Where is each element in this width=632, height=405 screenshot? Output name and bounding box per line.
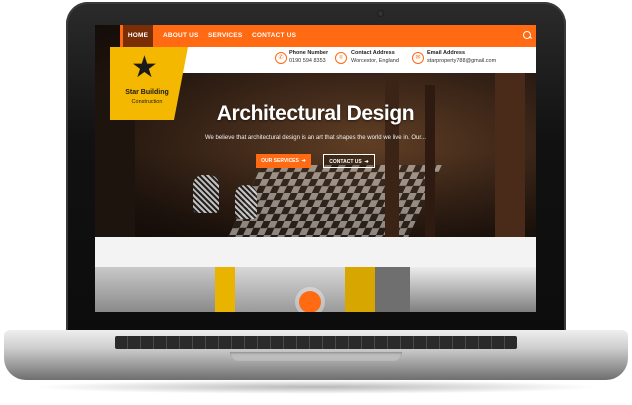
hero-background-pillar <box>495 55 525 237</box>
gallery-image <box>410 267 536 312</box>
gallery-image <box>345 267 375 312</box>
main-nav: HOME ABOUT US SERVICES CONTACT US <box>120 25 536 47</box>
email-info: Email Address starproperty788@gmail.com <box>427 50 496 65</box>
our-services-label: OUR SERVICES <box>261 158 299 164</box>
gallery-image <box>235 267 345 312</box>
nav-item-contact-us[interactable]: CONTACT US <box>252 25 296 47</box>
contact-us-button[interactable]: CONTACT US ➔ <box>323 154 375 168</box>
contact-us-label: CONTACT US <box>329 159 362 165</box>
nav-item-home[interactable]: HOME <box>123 25 153 47</box>
arrow-right-icon: ➔ <box>300 158 306 164</box>
gallery-strip <box>95 267 536 312</box>
address-value: Worcestor, England <box>351 57 399 64</box>
hero-background-pillar <box>385 65 399 237</box>
logo-tagline: Construction <box>131 99 163 105</box>
phone-value[interactable]: 0190 594 8353 <box>289 58 326 64</box>
search-icon[interactable] <box>523 31 531 39</box>
laptop-keyboard <box>115 336 517 349</box>
phone-label: Phone Number <box>289 50 329 56</box>
email-label: Email Address <box>427 50 466 56</box>
nav-item-about-us[interactable]: ABOUT US <box>163 25 199 47</box>
our-services-button[interactable]: OUR SERVICES ➔ <box>256 154 311 168</box>
hero-background-chair <box>235 185 257 219</box>
mail-icon: ✉ <box>412 52 424 64</box>
laptop-trackpad <box>230 352 402 361</box>
hero-background-chair <box>193 175 219 213</box>
webcam <box>378 11 383 16</box>
laptop-shadow <box>30 380 602 394</box>
gallery-image <box>215 267 235 312</box>
location-icon: ⌾ <box>335 52 347 64</box>
arrow-right-icon: ➔ <box>363 159 369 165</box>
logo-name: Star Building <box>125 89 169 96</box>
star-logo-icon: ★ <box>131 51 158 84</box>
phone-info: Phone Number 0190 594 8353 <box>289 50 328 65</box>
hero-background-floor <box>228 165 442 237</box>
gallery-image <box>95 267 215 312</box>
address-label: Contact Address <box>351 50 395 56</box>
content-section <box>95 237 536 267</box>
address-info: Contact Address Worcestor, England <box>351 50 399 65</box>
phone-icon: ✆ <box>275 52 287 64</box>
play-button[interactable] <box>299 291 321 312</box>
laptop-screen: Architectural Design We believe that arc… <box>95 25 536 312</box>
nav-item-services[interactable]: SERVICES <box>208 25 242 47</box>
hero-subtitle: We believe that architectural design is … <box>204 135 426 141</box>
email-value[interactable]: starproperty788@gmail.com <box>427 58 496 64</box>
